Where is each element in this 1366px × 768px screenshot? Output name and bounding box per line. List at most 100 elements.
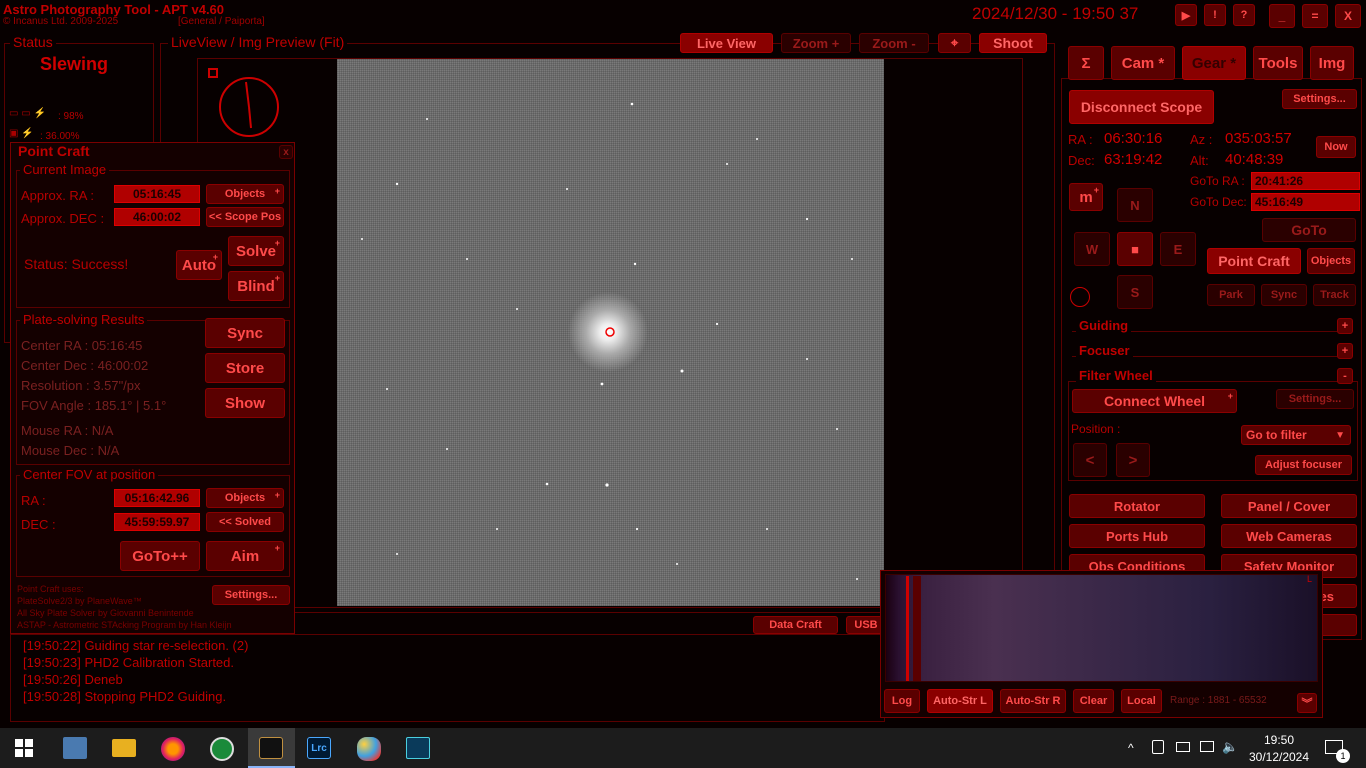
live-view-button[interactable]: Live View: [680, 33, 773, 53]
pointcraft-settings-button[interactable]: Settings...: [212, 585, 290, 605]
usb-tray-icon[interactable]: [1152, 740, 1164, 754]
west-button[interactable]: W: [1074, 232, 1110, 266]
gear-objects-button[interactable]: Objects: [1307, 248, 1355, 274]
south-button[interactable]: S: [1117, 275, 1153, 309]
sync-button[interactable]: Sync: [205, 318, 285, 348]
now-button[interactable]: Now: [1316, 136, 1356, 158]
focuser-title[interactable]: Focuser: [1076, 343, 1133, 358]
phd2-icon[interactable]: [210, 737, 234, 761]
log-scale-button[interactable]: Log: [884, 689, 920, 713]
solve-button[interactable]: Solve +: [228, 236, 284, 266]
point-craft-button[interactable]: Point Craft: [1207, 248, 1301, 274]
adjust-focuser-button[interactable]: Adjust focuser: [1255, 455, 1352, 475]
clock-date[interactable]: 30/12/2024: [1248, 750, 1310, 764]
disconnect-scope-button[interactable]: Disconnect Scope: [1069, 90, 1214, 124]
zoom-in-button[interactable]: Zoom +: [781, 33, 851, 53]
network-app-icon[interactable]: [63, 737, 87, 759]
goto-button[interactable]: GoTo: [1262, 218, 1356, 242]
center-ra-text: Center RA : 05:16:45: [21, 338, 143, 353]
filter-wheel-collapse-button[interactable]: -: [1337, 368, 1353, 384]
tab-tools[interactable]: Tools: [1253, 46, 1303, 80]
collapse-down-icon[interactable]: ︾: [1297, 693, 1317, 713]
volume-icon[interactable]: 🔈: [1222, 739, 1238, 755]
filter-wheel-title[interactable]: Filter Wheel: [1076, 368, 1156, 383]
web-cameras-button[interactable]: Web Cameras: [1221, 524, 1357, 548]
tab-cam[interactable]: Cam *: [1111, 46, 1175, 80]
maximize-button[interactable]: =: [1302, 4, 1328, 28]
prev-filter-button[interactable]: <: [1073, 443, 1107, 477]
pointcraft-close-button[interactable]: x: [279, 145, 293, 159]
store-button[interactable]: Store: [205, 353, 285, 383]
gear-settings-button[interactable]: Settings...: [1282, 89, 1357, 109]
east-button[interactable]: E: [1160, 232, 1196, 266]
fov-dec-input[interactable]: 45:59:59.97: [114, 513, 200, 531]
sequencer-icon[interactable]: [406, 737, 430, 759]
fov-objects-button[interactable]: Objects +: [206, 488, 284, 508]
fov-ra-input[interactable]: 05:16:42.96: [114, 489, 200, 507]
connect-wheel-button[interactable]: Connect Wheel +: [1072, 389, 1237, 413]
help-button[interactable]: ?: [1233, 4, 1255, 26]
chevron-up-icon[interactable]: ^: [1128, 741, 1134, 755]
goto-ra-input[interactable]: 20:41:26: [1251, 172, 1360, 190]
m-button[interactable]: m +: [1069, 183, 1103, 211]
zoom-out-button[interactable]: Zoom -: [859, 33, 929, 53]
tab-summary[interactable]: Σ: [1068, 46, 1104, 80]
guiding-title[interactable]: Guiding: [1076, 318, 1132, 333]
goto-plus-button[interactable]: GoTo++: [120, 541, 200, 571]
firefox-icon[interactable]: [161, 737, 185, 761]
battery-value-1: : 98%: [58, 111, 84, 122]
fov-angle-text: FOV Angle : 185.1° | 5.1°: [21, 398, 167, 413]
speed-indicator-icon[interactable]: [1070, 287, 1090, 307]
objects-button[interactable]: Objects +: [206, 184, 284, 204]
auto-str-l-button[interactable]: Auto-Str L: [927, 689, 993, 713]
battery-tray-icon[interactable]: [1176, 742, 1190, 752]
minimize-button[interactable]: _: [1269, 4, 1295, 28]
filter-select[interactable]: Go to filter ▼: [1241, 425, 1351, 445]
panel-cover-button[interactable]: Panel / Cover: [1221, 494, 1357, 518]
show-button[interactable]: Show: [205, 388, 285, 418]
aim-button[interactable]: Aim +: [206, 541, 284, 571]
select-checkbox[interactable]: [208, 68, 218, 78]
close-app-button[interactable]: X: [1335, 4, 1361, 28]
rotation-dial-icon: [219, 77, 279, 137]
approx-dec-input[interactable]: 46:00:02: [114, 208, 200, 226]
mouse-ra-text: Mouse RA : N/A: [21, 423, 114, 438]
ports-hub-button[interactable]: Ports Hub: [1069, 524, 1205, 548]
file-explorer-icon[interactable]: [112, 739, 136, 757]
solved-button[interactable]: << Solved: [206, 512, 284, 532]
paint-icon[interactable]: [357, 737, 381, 761]
windows-start-icon[interactable]: [15, 739, 33, 757]
focuser-expand-button[interactable]: +: [1337, 343, 1353, 359]
rotator-button[interactable]: Rotator: [1069, 494, 1205, 518]
shoot-button[interactable]: Shoot: [979, 33, 1047, 53]
park-button[interactable]: Park: [1207, 284, 1255, 306]
star-field-image[interactable]: [337, 59, 884, 606]
approx-ra-input[interactable]: 05:16:45: [114, 185, 200, 203]
goto-dec-input[interactable]: 45:16:49: [1251, 193, 1360, 211]
stop-button[interactable]: ■: [1117, 232, 1153, 266]
guiding-expand-button[interactable]: +: [1337, 318, 1353, 334]
blind-button[interactable]: Blind +: [228, 271, 284, 301]
stop-icon: ■: [1131, 241, 1139, 257]
scope-pos-button[interactable]: << Scope Pos: [206, 207, 284, 227]
histogram-chart[interactable]: [885, 574, 1318, 682]
next-filter-button[interactable]: >: [1116, 443, 1150, 477]
tab-gear[interactable]: Gear *: [1182, 46, 1246, 80]
clock-time[interactable]: 19:50: [1248, 733, 1310, 747]
play-button[interactable]: ▶: [1175, 4, 1197, 26]
auto-str-r-button[interactable]: Auto-Str R: [1000, 689, 1066, 713]
track-button[interactable]: Track: [1313, 284, 1356, 306]
tab-img[interactable]: Img: [1310, 46, 1354, 80]
clear-button[interactable]: Clear: [1073, 689, 1114, 713]
fw-settings-button[interactable]: Settings...: [1276, 389, 1354, 409]
sync-scope-button[interactable]: Sync: [1261, 284, 1307, 306]
histogram-left-marker[interactable]: [906, 576, 909, 681]
network-tray-icon[interactable]: [1200, 741, 1214, 752]
alert-button[interactable]: !: [1204, 4, 1226, 26]
auto-button[interactable]: Auto +: [176, 250, 222, 280]
crosshair-button[interactable]: ⌖: [938, 33, 971, 53]
local-button[interactable]: Local: [1121, 689, 1162, 713]
data-craft-button[interactable]: Data Craft: [753, 616, 838, 634]
north-button[interactable]: N: [1117, 188, 1153, 222]
lightroom-icon[interactable]: Lrc: [307, 737, 331, 759]
